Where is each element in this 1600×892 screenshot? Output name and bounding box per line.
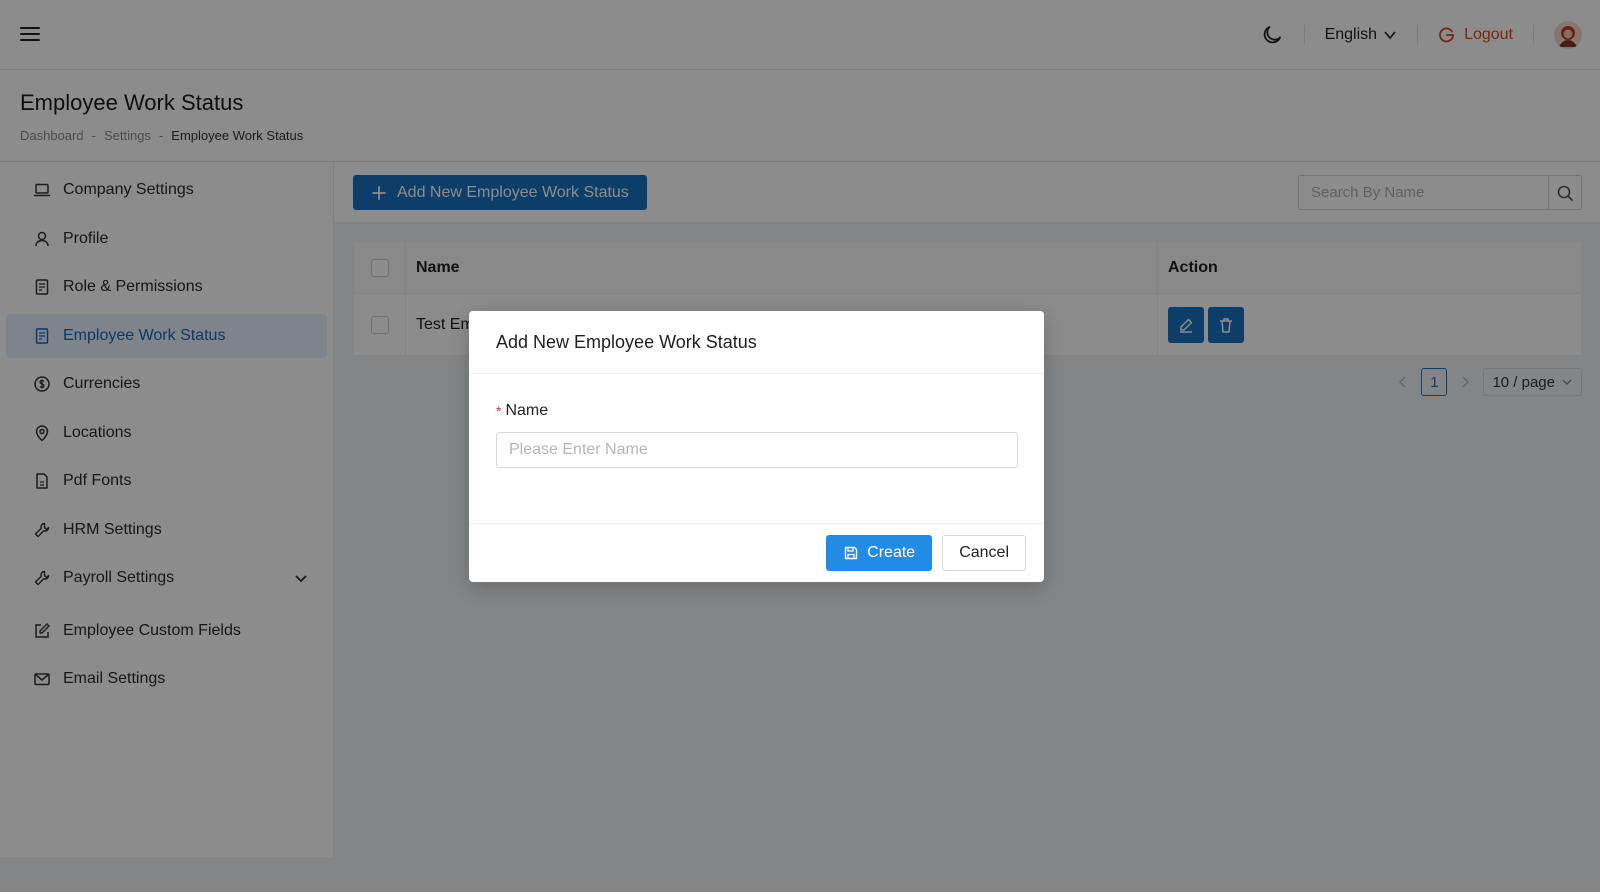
create-label: Create: [867, 544, 916, 561]
required-mark: *: [496, 403, 502, 419]
modal-title: Add New Employee Work Status: [469, 311, 1044, 374]
modal-footer: Create Cancel: [469, 524, 1044, 582]
create-button[interactable]: Create: [826, 535, 933, 571]
save-icon: [843, 545, 859, 561]
modal-body: * Name: [469, 374, 1044, 524]
name-input[interactable]: [496, 432, 1018, 468]
name-field-label: * Name: [496, 402, 1017, 420]
cancel-button[interactable]: Cancel: [942, 535, 1026, 571]
name-label: Name: [505, 402, 549, 419]
add-work-status-modal: Add New Employee Work Status * Name Crea…: [469, 311, 1044, 582]
